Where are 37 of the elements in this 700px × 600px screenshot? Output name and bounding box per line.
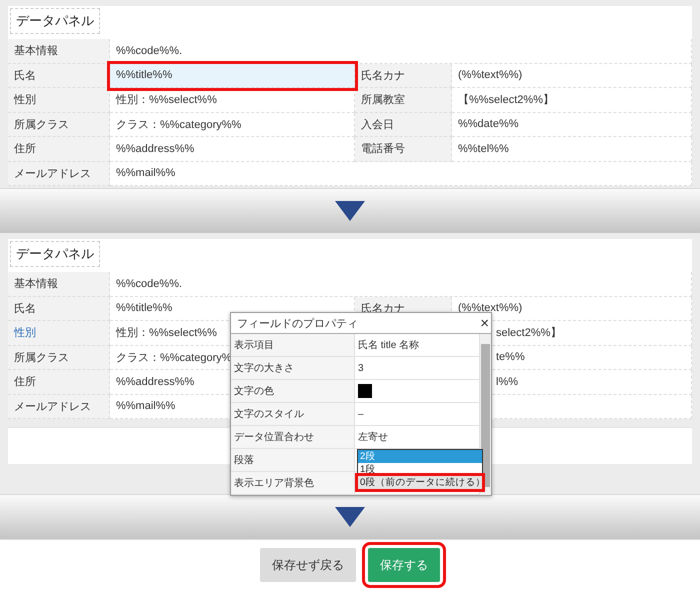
field-label: 性別: [8, 321, 110, 346]
property-label: 段落: [234, 454, 254, 467]
panel-title: データパネル: [10, 241, 100, 267]
field-value: %%code%%.: [110, 272, 692, 296]
field-value: 【%%select2%%】: [452, 88, 692, 112]
field-label: 基本情報: [8, 272, 110, 296]
field-label: 住所: [8, 137, 110, 162]
field-value: (%%text%%): [452, 64, 692, 88]
field-label: 氏名: [8, 296, 110, 321]
field-value: クラス：%%category%%: [110, 112, 355, 137]
field-value: %%date%%: [452, 112, 692, 137]
property-label: 文字のスタイル: [234, 408, 304, 421]
field-label: 所属クラス: [8, 346, 110, 370]
field-label: 所属教室: [355, 88, 452, 112]
field-label: 基本情報: [8, 39, 110, 64]
property-value: –: [358, 408, 364, 420]
property-value: 3: [358, 362, 364, 374]
property-label: データ位置合わせ: [234, 430, 314, 444]
field-label: 入会日: [355, 112, 452, 137]
property-value: 氏名 title 名称: [358, 338, 420, 352]
field-label: 所属クラス: [8, 112, 110, 137]
property-value: 左寄せ: [358, 430, 388, 444]
field-value: %%address%%: [110, 137, 355, 162]
field-label: メールアドレス: [8, 162, 110, 186]
field-value: %%code%%.: [110, 39, 692, 64]
field-label: 電話番号: [355, 137, 452, 162]
field-label: 性別: [8, 88, 110, 112]
property-label: 表示エリア背景色: [234, 476, 314, 490]
field-label: メールアドレス: [8, 394, 110, 419]
field-value: %%tel%%: [452, 137, 692, 162]
field-label: 氏名カナ: [355, 64, 452, 88]
field-label: 氏名: [8, 64, 110, 88]
field-value: %%title%%: [110, 64, 355, 88]
panel-title: データパネル: [10, 8, 100, 34]
field-label: 住所: [8, 370, 110, 394]
field-value: %%mail%%: [110, 162, 692, 186]
field-value: (%%text%%): [452, 296, 692, 321]
